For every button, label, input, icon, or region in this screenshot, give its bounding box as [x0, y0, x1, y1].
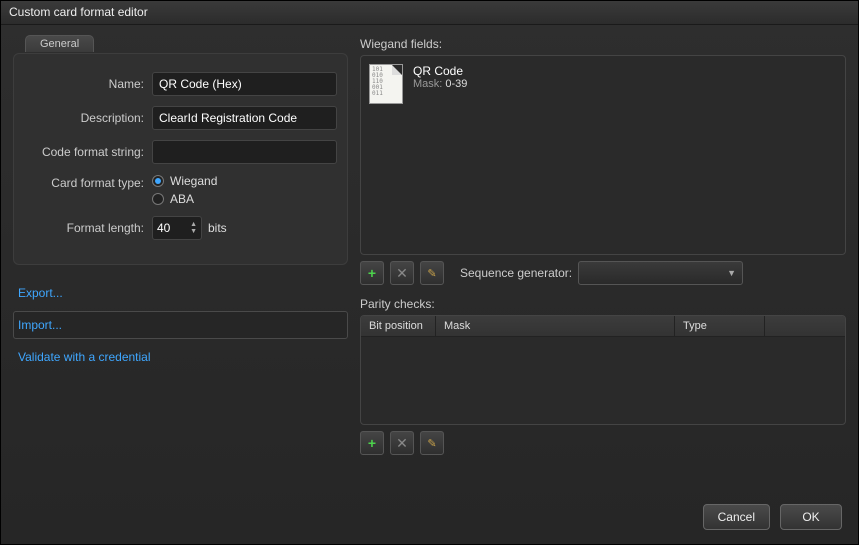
dialog-content: General Name: Description: Code format s… [1, 25, 858, 494]
col-type[interactable]: Type [675, 316, 765, 336]
format-length-value: 40 [157, 221, 170, 235]
x-icon: ✕ [396, 435, 408, 452]
general-legend: General [25, 35, 94, 52]
plus-icon: + [368, 435, 376, 451]
wiegand-mask-label: Mask: [413, 78, 442, 90]
radio-dot-icon [152, 175, 164, 187]
export-link-label: Export... [18, 286, 63, 300]
import-link-label: Import... [18, 318, 62, 332]
code-format-string-input[interactable] [152, 140, 337, 164]
card-format-type-group: Wiegand ABA [152, 174, 217, 206]
description-label: Description: [24, 111, 152, 125]
dialog-title: Custom card format editor [9, 5, 148, 19]
cancel-button[interactable]: Cancel [703, 504, 770, 530]
validate-link[interactable]: Validate with a credential [13, 343, 348, 371]
pencil-icon: ✎ [427, 437, 436, 450]
x-icon: ✕ [396, 265, 408, 282]
general-fieldset: Name: Description: Code format string: C… [13, 53, 348, 265]
sequence-generator-combo[interactable]: ▼ [578, 261, 743, 285]
wiegand-mask-value: 0-39 [445, 78, 467, 90]
radio-wiegand[interactable]: Wiegand [152, 174, 217, 188]
name-label: Name: [24, 77, 152, 91]
format-length-stepper[interactable]: 40 ▲▼ [152, 216, 202, 240]
edit-parity-button[interactable]: ✎ [420, 431, 444, 455]
general-fieldset-wrap: General Name: Description: Code format s… [13, 53, 348, 279]
parity-checks-label: Parity checks: [360, 297, 846, 311]
format-length-unit: bits [208, 221, 227, 235]
wiegand-toolbar: + ✕ ✎ Sequence generator: ▼ [360, 261, 846, 285]
import-link[interactable]: Import... [13, 311, 348, 339]
dialog-titlebar: Custom card format editor [1, 1, 858, 25]
binary-page-icon [369, 64, 403, 104]
card-format-type-label: Card format type: [24, 174, 152, 190]
wiegand-fields-label: Wiegand fields: [360, 37, 846, 51]
radio-aba-label: ABA [170, 192, 194, 206]
left-column: General Name: Description: Code format s… [13, 37, 348, 482]
parity-checks-table[interactable]: Bit position Mask Type [360, 315, 846, 425]
stepper-buttons-icon[interactable]: ▲▼ [190, 221, 197, 235]
delete-parity-button[interactable]: ✕ [390, 431, 414, 455]
radio-wiegand-label: Wiegand [170, 174, 217, 188]
col-bit-position[interactable]: Bit position [361, 316, 436, 336]
wiegand-fields-list[interactable]: QR Code Mask: 0-39 [360, 55, 846, 255]
col-mask[interactable]: Mask [436, 316, 675, 336]
edit-wiegand-button[interactable]: ✎ [420, 261, 444, 285]
chevron-down-icon: ▼ [727, 268, 736, 278]
code-format-string-label: Code format string: [24, 145, 152, 159]
format-length-label: Format length: [24, 221, 152, 235]
parity-toolbar: + ✕ ✎ [360, 431, 846, 455]
wiegand-field-item[interactable]: QR Code Mask: 0-39 [361, 56, 845, 112]
parity-table-header: Bit position Mask Type [361, 316, 845, 337]
name-input[interactable] [152, 72, 337, 96]
add-wiegand-button[interactable]: + [360, 261, 384, 285]
plus-icon: + [368, 265, 376, 281]
dialog-footer: Cancel OK [1, 494, 858, 544]
description-input[interactable] [152, 106, 337, 130]
ok-button[interactable]: OK [780, 504, 842, 530]
card-format-editor-dialog: Custom card format editor General Name: … [0, 0, 859, 545]
wiegand-field-title: QR Code [413, 64, 467, 78]
radio-aba[interactable]: ABA [152, 192, 217, 206]
export-link[interactable]: Export... [13, 279, 348, 307]
right-column: Wiegand fields: QR Code Mask: 0-39 + ✕ [360, 37, 846, 482]
delete-wiegand-button[interactable]: ✕ [390, 261, 414, 285]
radio-dot-icon [152, 193, 164, 205]
pencil-icon: ✎ [427, 267, 436, 280]
col-empty [765, 316, 845, 336]
validate-link-label: Validate with a credential [18, 350, 151, 364]
wiegand-field-text: QR Code Mask: 0-39 [413, 64, 467, 90]
add-parity-button[interactable]: + [360, 431, 384, 455]
sequence-generator-label: Sequence generator: [460, 266, 572, 280]
wiegand-field-subtitle: Mask: 0-39 [413, 78, 467, 90]
